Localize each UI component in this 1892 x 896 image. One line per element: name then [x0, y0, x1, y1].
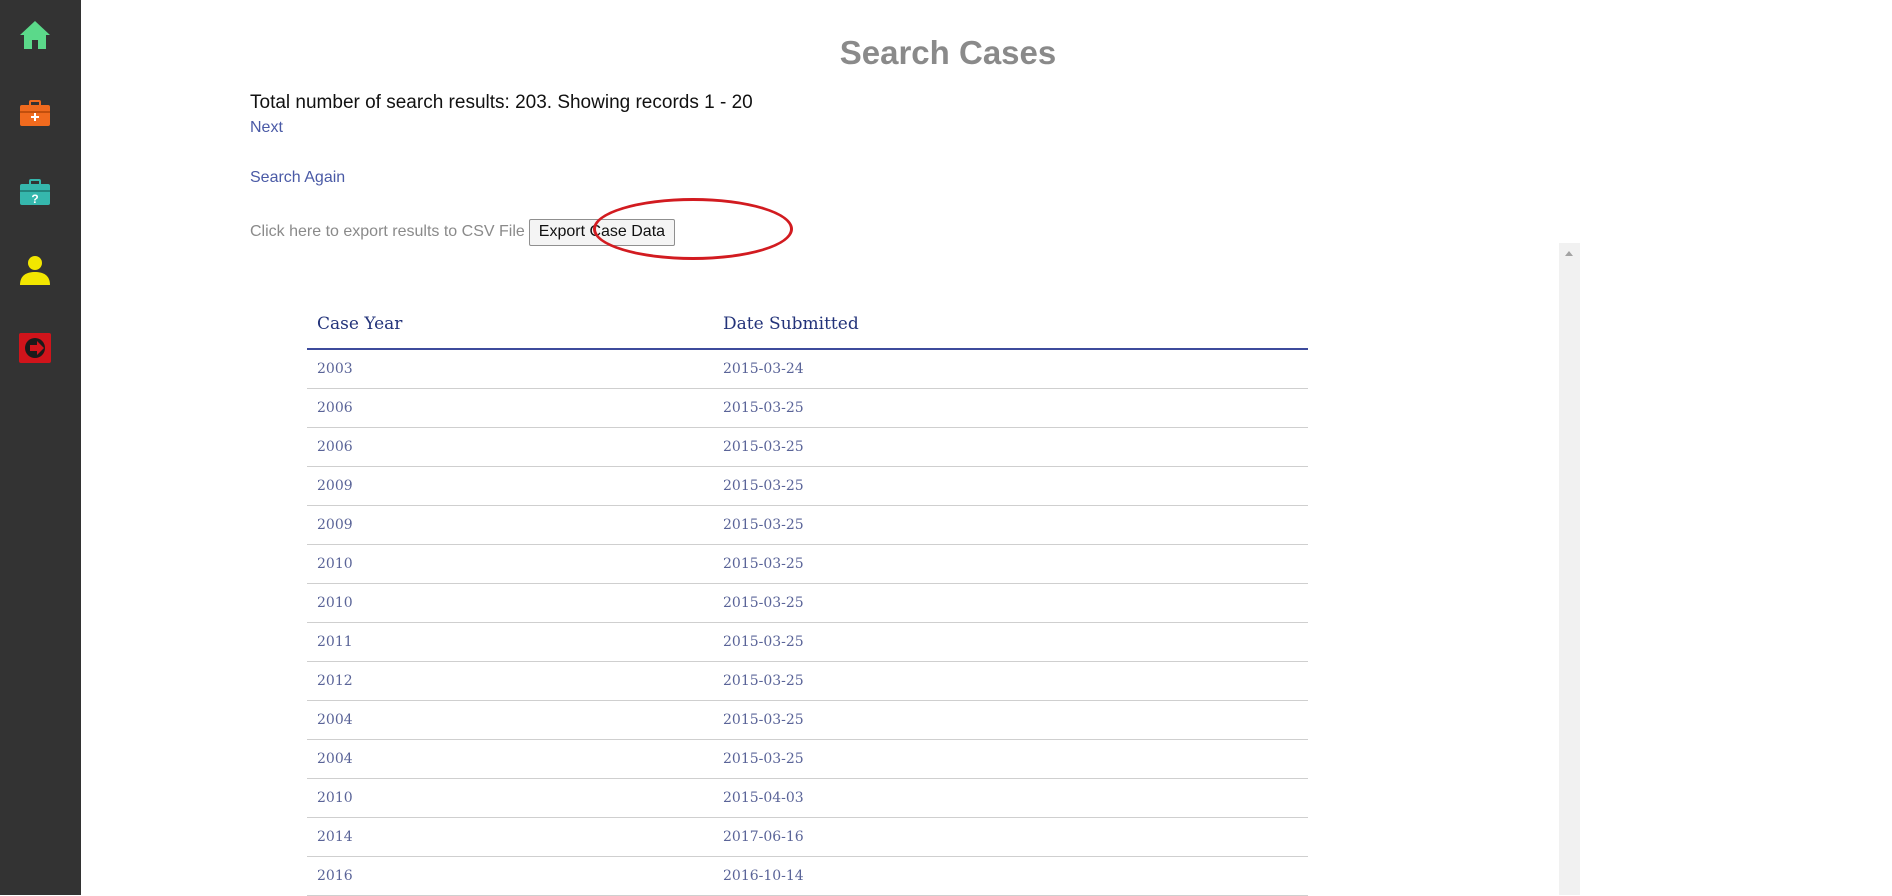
date-submitted-cell: 2015-03-25 [713, 622, 1308, 662]
date-submitted-cell: 2016-10-14 [713, 856, 1308, 896]
export-case-data-button[interactable]: Export Case Data [528, 218, 676, 246]
table-row[interactable]: 2014 2017-06-16 [307, 817, 1308, 857]
case-year-cell: 2011 [307, 622, 713, 662]
date-submitted-cell: 2015-03-25 [713, 466, 1308, 506]
table-row[interactable]: 2004 2015-03-25 [307, 739, 1308, 779]
scroll-up-arrow-icon[interactable] [1565, 251, 1573, 256]
user-icon [20, 256, 50, 285]
case-year-cell: 2009 [307, 466, 713, 506]
case-year-cell: 2006 [307, 427, 713, 467]
scrollbar[interactable] [1559, 243, 1580, 895]
next-link[interactable]: Next [250, 119, 283, 137]
svg-text:?: ? [31, 192, 38, 206]
date-submitted-cell: 2015-03-25 [713, 427, 1308, 467]
date-submitted-cell: 2015-03-25 [713, 505, 1308, 545]
case-year-cell: 2004 [307, 700, 713, 740]
column-header-date-submitted[interactable]: Date Submitted [713, 300, 1308, 350]
date-submitted-cell: 2015-03-25 [713, 388, 1308, 428]
case-year-cell: 2010 [307, 544, 713, 584]
date-submitted-cell: 2015-03-25 [713, 739, 1308, 779]
export-row: Click here to export results to CSV File… [250, 218, 676, 246]
results-table: Case Year Date Submitted 2003 2015-03-24 … [307, 300, 1308, 896]
table-row[interactable]: 2003 2015-03-24 [307, 349, 1308, 389]
date-submitted-cell: 2015-03-25 [713, 661, 1308, 701]
page-title: Search Cases [839, 34, 1057, 71]
table-row[interactable]: 2016 2016-10-14 [307, 856, 1308, 896]
case-year-cell: 2010 [307, 583, 713, 623]
date-submitted-cell: 2017-06-16 [713, 817, 1308, 857]
results-body: 2003 2015-03-24 2006 2015-03-25 2006 2015-0… [307, 349, 1308, 896]
case-year-cell: 2003 [307, 349, 713, 389]
date-submitted-cell: 2015-04-03 [713, 778, 1308, 818]
case-year-cell: 2006 [307, 388, 713, 428]
case-year-cell: 2012 [307, 661, 713, 701]
table-row[interactable]: 2010 2015-04-03 [307, 778, 1308, 818]
column-header-case-year[interactable]: Case Year [307, 300, 713, 350]
table-header-row: Case Year Date Submitted [307, 300, 1308, 350]
logout-icon [19, 333, 51, 363]
table-row[interactable]: 2010 2015-03-25 [307, 583, 1308, 623]
search-again-link[interactable]: Search Again [250, 169, 345, 187]
date-submitted-cell: 2015-03-25 [713, 544, 1308, 584]
date-submitted-cell: 2015-03-25 [713, 583, 1308, 623]
results-summary: Total number of search results: 203. Sho… [250, 92, 753, 113]
table-row[interactable]: 2012 2015-03-25 [307, 661, 1308, 701]
table-row[interactable]: 2006 2015-03-25 [307, 388, 1308, 428]
case-year-cell: 2014 [307, 817, 713, 857]
table-row[interactable]: 2004 2015-03-25 [307, 700, 1308, 740]
sidebar-item-add-case[interactable] [18, 96, 52, 130]
medical-kit-plus-icon [20, 100, 50, 126]
table-row[interactable]: 2006 2015-03-25 [307, 427, 1308, 467]
date-submitted-cell: 2015-03-25 [713, 700, 1308, 740]
medical-kit-question-icon: ? [20, 179, 50, 206]
case-year-cell: 2009 [307, 505, 713, 545]
date-submitted-cell: 2015-03-24 [713, 349, 1308, 389]
main-content: Search Cases Total number of search resu… [81, 0, 1892, 896]
table-row[interactable]: 2009 2015-03-25 [307, 505, 1308, 545]
case-year-cell: 2010 [307, 778, 713, 818]
sidebar-item-help[interactable]: ? [18, 175, 52, 209]
sidebar-item-home[interactable] [18, 18, 52, 52]
sidebar-item-profile[interactable] [18, 253, 52, 287]
case-year-cell: 2004 [307, 739, 713, 779]
table-row[interactable]: 2011 2015-03-25 [307, 622, 1308, 662]
export-label: Click here to export results to CSV File [250, 223, 525, 240]
sidebar-item-logout[interactable] [18, 331, 52, 365]
table-row[interactable]: 2010 2015-03-25 [307, 544, 1308, 584]
table-row[interactable]: 2009 2015-03-25 [307, 466, 1308, 506]
case-year-cell: 2016 [307, 856, 713, 896]
home-icon [20, 21, 50, 49]
sidebar: ? [0, 0, 81, 895]
